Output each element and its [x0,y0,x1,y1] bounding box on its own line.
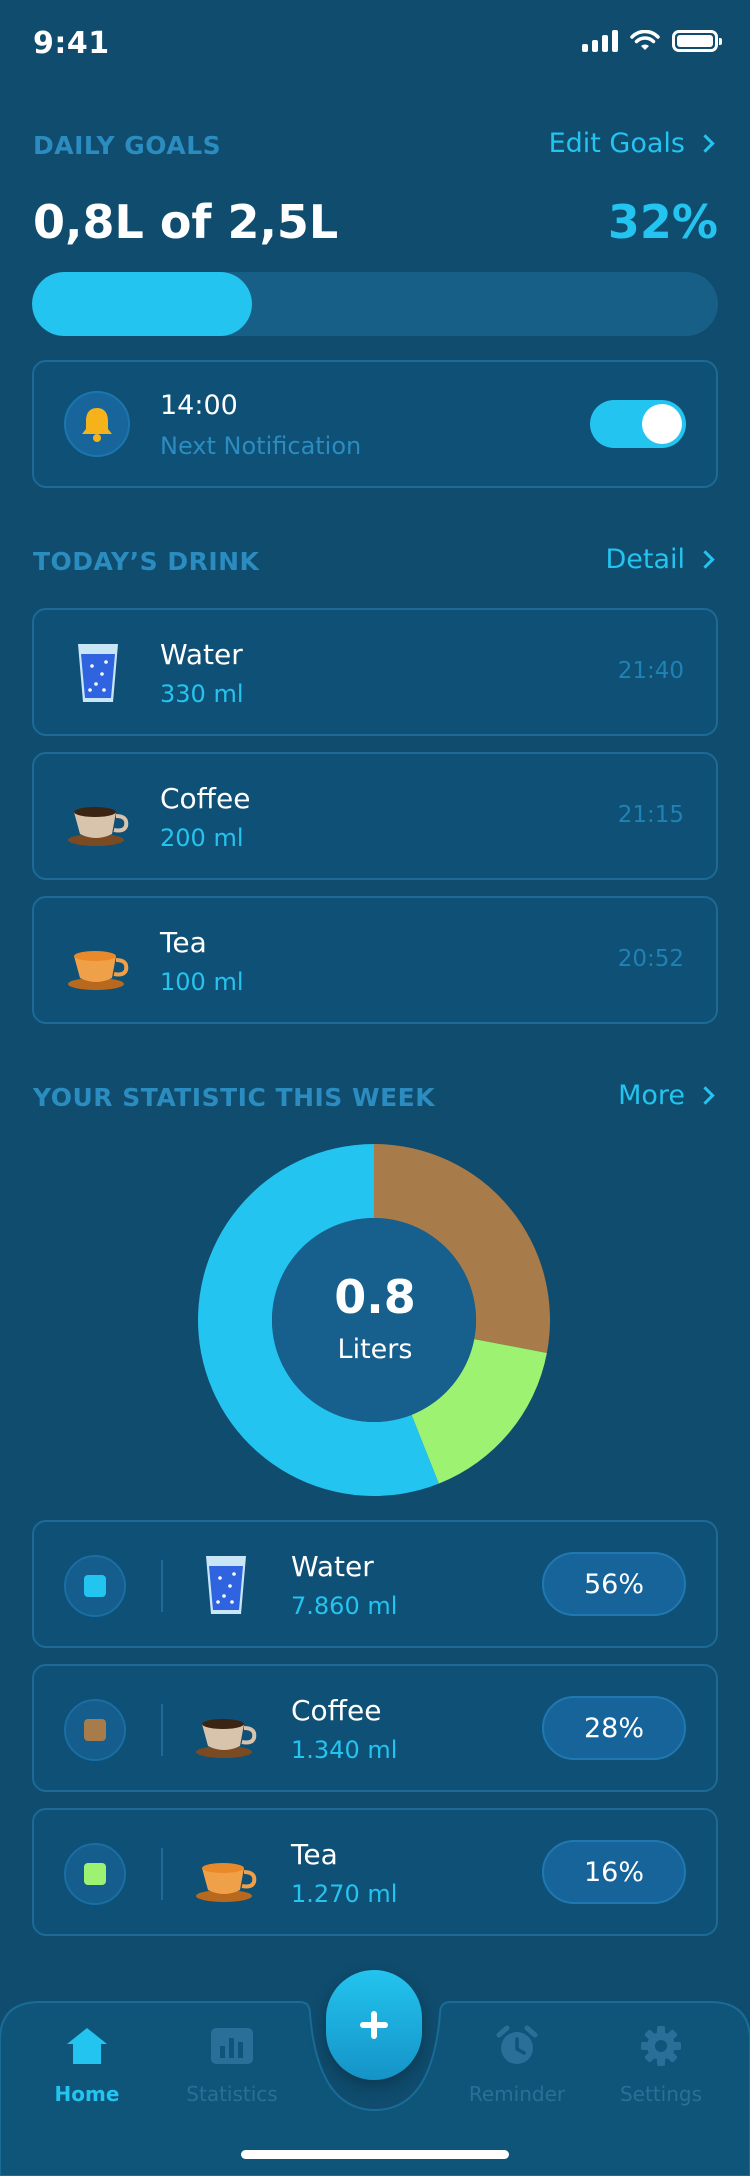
goal-percent: 32% [607,195,718,249]
coffee-cup-icon [196,1719,257,1758]
drink-item-tea[interactable]: Tea 100 ml 20:52 [32,896,718,1024]
status-icons [582,30,722,52]
nav-settings[interactable]: Settings [601,2022,721,2106]
detail-link[interactable]: Detail [605,544,718,575]
drink-amount: 200 ml [160,824,244,852]
stat-name: Tea [291,1838,338,1871]
stat-percent-badge: 56% [542,1552,686,1616]
chevron-right-icon [696,1086,715,1105]
status-time: 9:41 [33,26,110,61]
nav-label: Statistics [186,2082,278,2106]
signal-icon [582,30,618,52]
chevron-right-icon [696,134,715,153]
todays-drink-title: TODAY’S DRINK [33,547,260,576]
legend-swatch [84,1719,106,1741]
drink-time: 21:15 [617,802,684,828]
legend-marker [64,1699,126,1761]
nav-reminder[interactable]: Reminder [457,2022,577,2106]
alarm-clock-icon [496,2025,538,2064]
battery-icon [672,30,722,52]
water-glass-icon [78,644,118,702]
donut-center-unit: Liters [337,1334,413,1365]
legend-marker [64,1843,126,1905]
nav-label: Home [54,2082,120,2106]
divider [161,1848,163,1900]
coffee-cup-icon [68,807,129,846]
notification-card[interactable]: 14:00 Next Notification [32,360,718,488]
stat-item-water[interactable]: Water 7.860 ml 56% [32,1520,718,1648]
nav-home[interactable]: Home [27,2022,147,2106]
tea-cup-icon [68,951,129,990]
legend-marker [64,1555,126,1617]
drink-amount: 100 ml [160,968,244,996]
stat-name: Coffee [291,1694,382,1727]
legend-swatch [84,1575,106,1597]
nav-label: Reminder [468,2082,566,2106]
drink-name: Tea [160,926,207,959]
bell-icon-wrap [64,391,130,457]
stat-percent-badge: 28% [542,1696,686,1760]
add-drink-button[interactable] [326,1970,422,2080]
stat-amount: 1.340 ml [291,1736,398,1764]
detail-label: Detail [605,544,685,575]
stat-percent-badge: 16% [542,1840,686,1904]
bar-chart-icon [211,2028,253,2064]
drink-time: 21:40 [617,658,684,684]
nav-statistics[interactable]: Statistics [172,2022,292,2106]
drink-name: Coffee [160,782,251,815]
plus-icon [360,2011,388,2039]
statistic-title: YOUR STATISTIC THIS WEEK [33,1083,436,1112]
tea-cup-icon [196,1863,257,1902]
home-icon [67,2028,107,2064]
notification-time: 14:00 [160,390,238,421]
stat-item-coffee[interactable]: Coffee 1.340 ml 28% [32,1664,718,1792]
chevron-right-icon [696,550,715,569]
donut-center-value: 0.8 [334,1270,416,1324]
home-indicator [241,2150,509,2159]
wifi-icon [630,30,660,50]
drink-amount: 330 ml [160,680,244,708]
goal-amount: 0,8L of 2,5L [33,195,339,249]
gear-icon [641,2026,681,2066]
divider [161,1560,163,1612]
notification-label: Next Notification [160,432,362,460]
daily-goals-title: DAILY GOALS [33,131,222,160]
goal-progress-fill [32,272,252,336]
stat-amount: 7.860 ml [291,1592,398,1620]
bell-icon [82,408,112,442]
more-label: More [618,1080,685,1111]
more-link[interactable]: More [618,1080,718,1111]
stat-amount: 1.270 ml [291,1880,398,1908]
edit-goals-link[interactable]: Edit Goals [549,128,718,159]
edit-goals-label: Edit Goals [548,128,685,159]
drink-time: 20:52 [617,946,684,972]
toggle-knob [642,404,682,444]
nav-label: Settings [619,2082,703,2106]
stat-name: Water [291,1550,374,1583]
drink-name: Water [160,638,243,671]
stat-item-tea[interactable]: Tea 1.270 ml 16% [32,1808,718,1936]
goal-progress-bar [32,272,718,336]
legend-swatch [84,1863,106,1885]
water-glass-icon [206,1556,246,1614]
divider [161,1704,163,1756]
drink-item-water[interactable]: Water 330 ml 21:40 [32,608,718,736]
notification-toggle[interactable] [590,400,686,448]
drink-item-coffee[interactable]: Coffee 200 ml 21:15 [32,752,718,880]
